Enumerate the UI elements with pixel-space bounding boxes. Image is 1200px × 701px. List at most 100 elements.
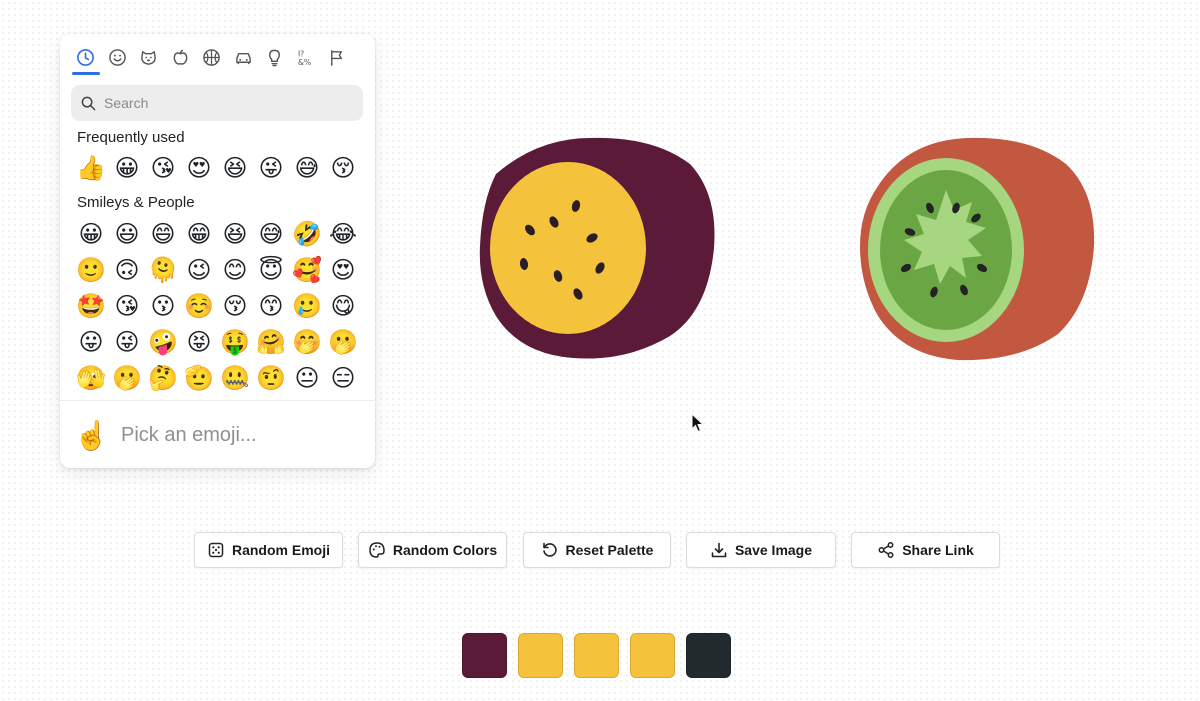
emoji-button[interactable]: 😝	[181, 325, 217, 361]
dice-icon	[208, 542, 224, 558]
tab-travel[interactable]	[228, 40, 260, 74]
emoji-button[interactable]: 😘	[145, 151, 181, 187]
emoji-button[interactable]: 🫢	[109, 361, 145, 397]
preview-label: Pick an emoji...	[121, 423, 257, 446]
save-image-label: Save Image	[734, 542, 813, 558]
share-link-label: Share Link	[902, 542, 974, 558]
emoji-button[interactable]: 😊	[217, 253, 253, 289]
clock-icon	[77, 48, 95, 66]
share-link-button[interactable]: Share Link	[851, 532, 1000, 568]
emoji-button[interactable]: 😀	[73, 217, 109, 253]
smileys-heading: Smileys & People	[77, 194, 195, 211]
palette-swatch-1[interactable]	[462, 633, 507, 678]
smiley-icon	[108, 48, 126, 66]
search-box	[71, 85, 363, 121]
emoji-button[interactable]: 🤣	[289, 217, 325, 253]
emoji-button[interactable]: 🥰	[289, 253, 325, 289]
tab-activity[interactable]	[196, 40, 228, 74]
random-colors-label: Random Colors	[392, 542, 498, 558]
tab-food[interactable]	[165, 40, 197, 74]
mouse-cursor-icon	[691, 413, 704, 433]
emoji-button[interactable]: 🙃	[109, 253, 145, 289]
emoji-button[interactable]: 🤩	[73, 289, 109, 325]
emoji-button[interactable]: 🤭	[289, 325, 325, 361]
emoji-button[interactable]: 😂	[325, 217, 361, 253]
palette-swatch-2[interactable]	[518, 633, 563, 678]
car-icon	[235, 52, 251, 64]
flag-icon	[331, 49, 343, 66]
emoji-button[interactable]: 😑	[325, 361, 361, 397]
picker-footer: ☝️ Pick an emoji...	[60, 400, 375, 468]
emoji-button[interactable]: 😇	[253, 253, 289, 289]
random-emoji-label: Random Emoji	[231, 542, 330, 558]
emoji-button[interactable]: 🤪	[145, 325, 181, 361]
palette-swatch-3[interactable]	[574, 633, 619, 678]
emoji-button[interactable]: 😙	[253, 289, 289, 325]
reset-palette-button[interactable]: Reset Palette	[523, 532, 671, 568]
kiwi-illustration	[860, 137, 1095, 361]
preview-emoji: ☝️	[74, 419, 109, 451]
emoji-button[interactable]: 🙂	[73, 253, 109, 289]
emoji-button[interactable]: 🤐	[217, 361, 253, 397]
smileys-grid: 😀 😃 😄 😁 😆 😅 🤣 😂 🙂 🙃 🫠 😉 😊 😇 🥰 😍 🤩 😘 😗 ☺️ 😚 😙 🥲 😋 😛 😜 🤪 😝 🤑 🤗 🤭 🫢 🫣 🫢 🤔 🫡 🤐 🤨 😐…	[73, 217, 361, 397]
emoji-button[interactable]: 😆	[217, 151, 253, 187]
random-colors-button[interactable]: Random Colors	[358, 532, 507, 568]
emoji-button[interactable]: 🤗	[253, 325, 289, 361]
frequently-used-heading: Frequently used	[77, 129, 185, 146]
emoji-button[interactable]: 😛	[73, 325, 109, 361]
dog-icon	[141, 50, 157, 65]
search-input[interactable]	[102, 94, 346, 112]
emoji-button[interactable]: 😉	[181, 253, 217, 289]
tab-objects[interactable]	[259, 40, 291, 74]
lightbulb-icon	[269, 49, 281, 66]
palette-swatch-4[interactable]	[630, 633, 675, 678]
emoji-button[interactable]: 😄	[145, 217, 181, 253]
emoji-button[interactable]: 😅	[289, 151, 325, 187]
emoji-button[interactable]: 🫡	[181, 361, 217, 397]
save-image-button[interactable]: Save Image	[686, 532, 836, 568]
tab-animals[interactable]	[133, 40, 165, 74]
emoji-button[interactable]: 🤨	[253, 361, 289, 397]
emoji-button[interactable]: 🤑	[217, 325, 253, 361]
emoji-button[interactable]: 😃	[109, 217, 145, 253]
tab-flags[interactable]	[322, 40, 354, 74]
emoji-button[interactable]: 😚	[325, 151, 361, 187]
svg-text:&%: &%	[298, 58, 311, 67]
emoji-button[interactable]: 😍	[325, 253, 361, 289]
emoji-button[interactable]: 😘	[109, 289, 145, 325]
emoji-picker: I?&% Frequently used 👍😀😘😍😆😜😅😚 Smileys & …	[60, 34, 375, 468]
emoji-button[interactable]: 😍	[181, 151, 217, 187]
emoji-button[interactable]: 😜	[253, 151, 289, 187]
share-icon	[878, 542, 894, 558]
emoji-button[interactable]: 😁	[181, 217, 217, 253]
emoji-button[interactable]: 😋	[325, 289, 361, 325]
download-icon	[711, 542, 727, 558]
random-emoji-button[interactable]: Random Emoji	[194, 532, 343, 568]
emoji-button[interactable]: 😅	[253, 217, 289, 253]
palette-icon	[369, 542, 385, 558]
emoji-button[interactable]: 😐	[289, 361, 325, 397]
emoji-button[interactable]: 🥲	[289, 289, 325, 325]
emoji-button[interactable]: 😚	[217, 289, 253, 325]
search-icon	[81, 96, 96, 110]
symbols-icon: I?&%	[298, 49, 311, 67]
emoji-button[interactable]: 😗	[145, 289, 181, 325]
emoji-button[interactable]: 😀	[109, 151, 145, 187]
category-tabs: I? &%	[70, 40, 365, 75]
emoji-button[interactable]: 👍	[73, 151, 109, 187]
basketball-icon	[203, 48, 221, 66]
emoji-button[interactable]: 🫣	[73, 361, 109, 397]
palette-swatch-5[interactable]	[686, 633, 731, 678]
reset-icon	[542, 542, 557, 557]
emoji-button[interactable]: 😆	[217, 217, 253, 253]
emoji-button[interactable]: 😜	[109, 325, 145, 361]
emoji-button[interactable]: ☺️	[181, 289, 217, 325]
emoji-button[interactable]: 🫠	[145, 253, 181, 289]
emoji-button[interactable]: 🫢	[325, 325, 361, 361]
frequently-used-grid: 👍 😀 😘 😍 😆 😜 😅 😚	[73, 151, 361, 187]
tab-recent[interactable]	[70, 40, 102, 75]
tab-smileys[interactable]	[102, 40, 134, 74]
tab-symbols[interactable]: I? &%	[291, 40, 323, 74]
apple-icon	[173, 49, 188, 65]
emoji-button[interactable]: 🤔	[145, 361, 181, 397]
